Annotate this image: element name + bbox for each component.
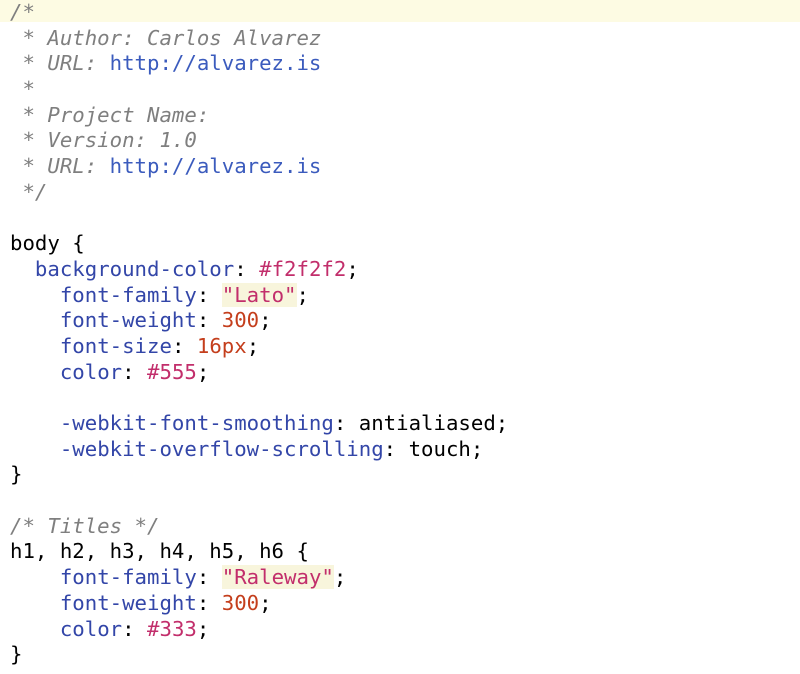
code-line: * xyxy=(10,77,508,103)
code-line: background-color: #f2f2f2; xyxy=(10,257,508,283)
number-token: 300 xyxy=(221,590,260,615)
comment-token: * URL: xyxy=(10,154,110,179)
punctuation-token: ; xyxy=(196,616,210,641)
punctuation-token: : xyxy=(196,282,222,307)
code-line: h1, h2, h3, h4, h5, h6 { xyxy=(10,539,508,565)
code-line: font-weight: 300; xyxy=(10,591,508,617)
code-line: font-family: "Lato"; xyxy=(10,282,508,309)
comment-token: * Version: 1.0 xyxy=(10,128,197,153)
number-token: 16px xyxy=(196,333,247,358)
property-token: color xyxy=(59,616,123,641)
punctuation-token: : xyxy=(196,590,222,615)
code-line: */ xyxy=(10,180,508,206)
code-line: color: #555; xyxy=(10,360,508,386)
code-line: } xyxy=(10,462,508,488)
punctuation-token: ; xyxy=(259,308,272,333)
property-token: -webkit-font-smoothing xyxy=(59,411,334,435)
property-token: font-weight xyxy=(59,590,197,615)
hex-color-token: #333 xyxy=(147,616,197,641)
punctuation-token: : xyxy=(383,436,409,461)
code-line: color: #333; xyxy=(10,617,508,643)
property-token: color xyxy=(59,359,123,384)
code-line: -webkit-overflow-scrolling: touch; xyxy=(10,437,508,463)
punctuation-token: : xyxy=(196,565,222,590)
comment-token: * xyxy=(10,77,35,102)
property-token: background-color xyxy=(34,256,235,281)
comment-token: * URL: xyxy=(10,51,110,76)
string-token: "Raleway" xyxy=(221,565,334,590)
selector-token: } xyxy=(10,642,23,667)
punctuation-token: ; xyxy=(346,256,359,281)
punctuation-token: ; xyxy=(470,436,484,461)
punctuation-token: : xyxy=(171,333,197,358)
code-line: -webkit-font-smoothing: antialiased; xyxy=(10,411,508,437)
punctuation-token: ; xyxy=(259,590,272,615)
property-token: -webkit-overflow-scrolling xyxy=(59,436,384,461)
property-token: font-family xyxy=(59,282,197,307)
code-line: } xyxy=(10,642,508,668)
comment-token: /* Titles */ xyxy=(10,513,160,538)
comment-token: /* xyxy=(10,0,35,24)
code-text-area[interactable]: /* * Author: Carlos Alvarez * URL: http:… xyxy=(10,0,508,668)
property-token: font-size xyxy=(59,333,172,358)
plain-token: touch xyxy=(408,436,471,461)
code-line: * Project Name: xyxy=(10,103,508,129)
punctuation-token: ; xyxy=(246,333,260,358)
punctuation-token: : xyxy=(234,256,260,281)
selector-token: } xyxy=(10,462,23,487)
punctuation-token: : xyxy=(122,359,148,384)
code-line: * Author: Carlos Alvarez xyxy=(10,26,508,52)
punctuation-token: ; xyxy=(296,282,309,307)
comment-token: * Author: Carlos Alvarez xyxy=(10,25,322,50)
code-line: /* Titles */ xyxy=(10,514,508,540)
code-editor[interactable]: /* * Author: Carlos Alvarez * URL: http:… xyxy=(0,0,800,674)
plain-token: antialiased xyxy=(358,411,496,435)
code-line: * URL: http://alvarez.is xyxy=(10,51,508,77)
punctuation-token: ; xyxy=(333,565,347,590)
punctuation-token: : xyxy=(122,616,148,641)
selector-token: h1, h2, h3, h4, h5, h6 { xyxy=(10,539,309,564)
property-token: font-family xyxy=(59,565,197,590)
number-token: 300 xyxy=(221,308,260,333)
punctuation-token: ; xyxy=(196,359,210,384)
code-line: font-family: "Raleway"; xyxy=(10,565,508,591)
hex-color-token: #f2f2f2 xyxy=(259,256,347,281)
punctuation-token: : xyxy=(333,411,359,435)
code-line: font-size: 16px; xyxy=(10,334,508,360)
string-token: "Lato" xyxy=(221,282,297,307)
code-line: * Version: 1.0 xyxy=(10,128,508,154)
code-line: * URL: http://alvarez.is xyxy=(10,154,508,180)
property-token: font-weight xyxy=(59,308,197,333)
selector-token: body { xyxy=(10,231,85,256)
punctuation-token: : xyxy=(196,308,222,333)
comment-token: * Project Name: xyxy=(10,102,210,127)
comment-token: */ xyxy=(10,179,48,204)
code-line: font-weight: 300; xyxy=(10,308,508,334)
url-token: http://alvarez.is xyxy=(109,51,322,76)
code-line: /* xyxy=(10,0,508,26)
code-line: body { xyxy=(10,231,508,257)
url-token: http://alvarez.is xyxy=(109,154,322,179)
punctuation-token: ; xyxy=(495,411,509,435)
hex-color-token: #555 xyxy=(147,359,197,384)
